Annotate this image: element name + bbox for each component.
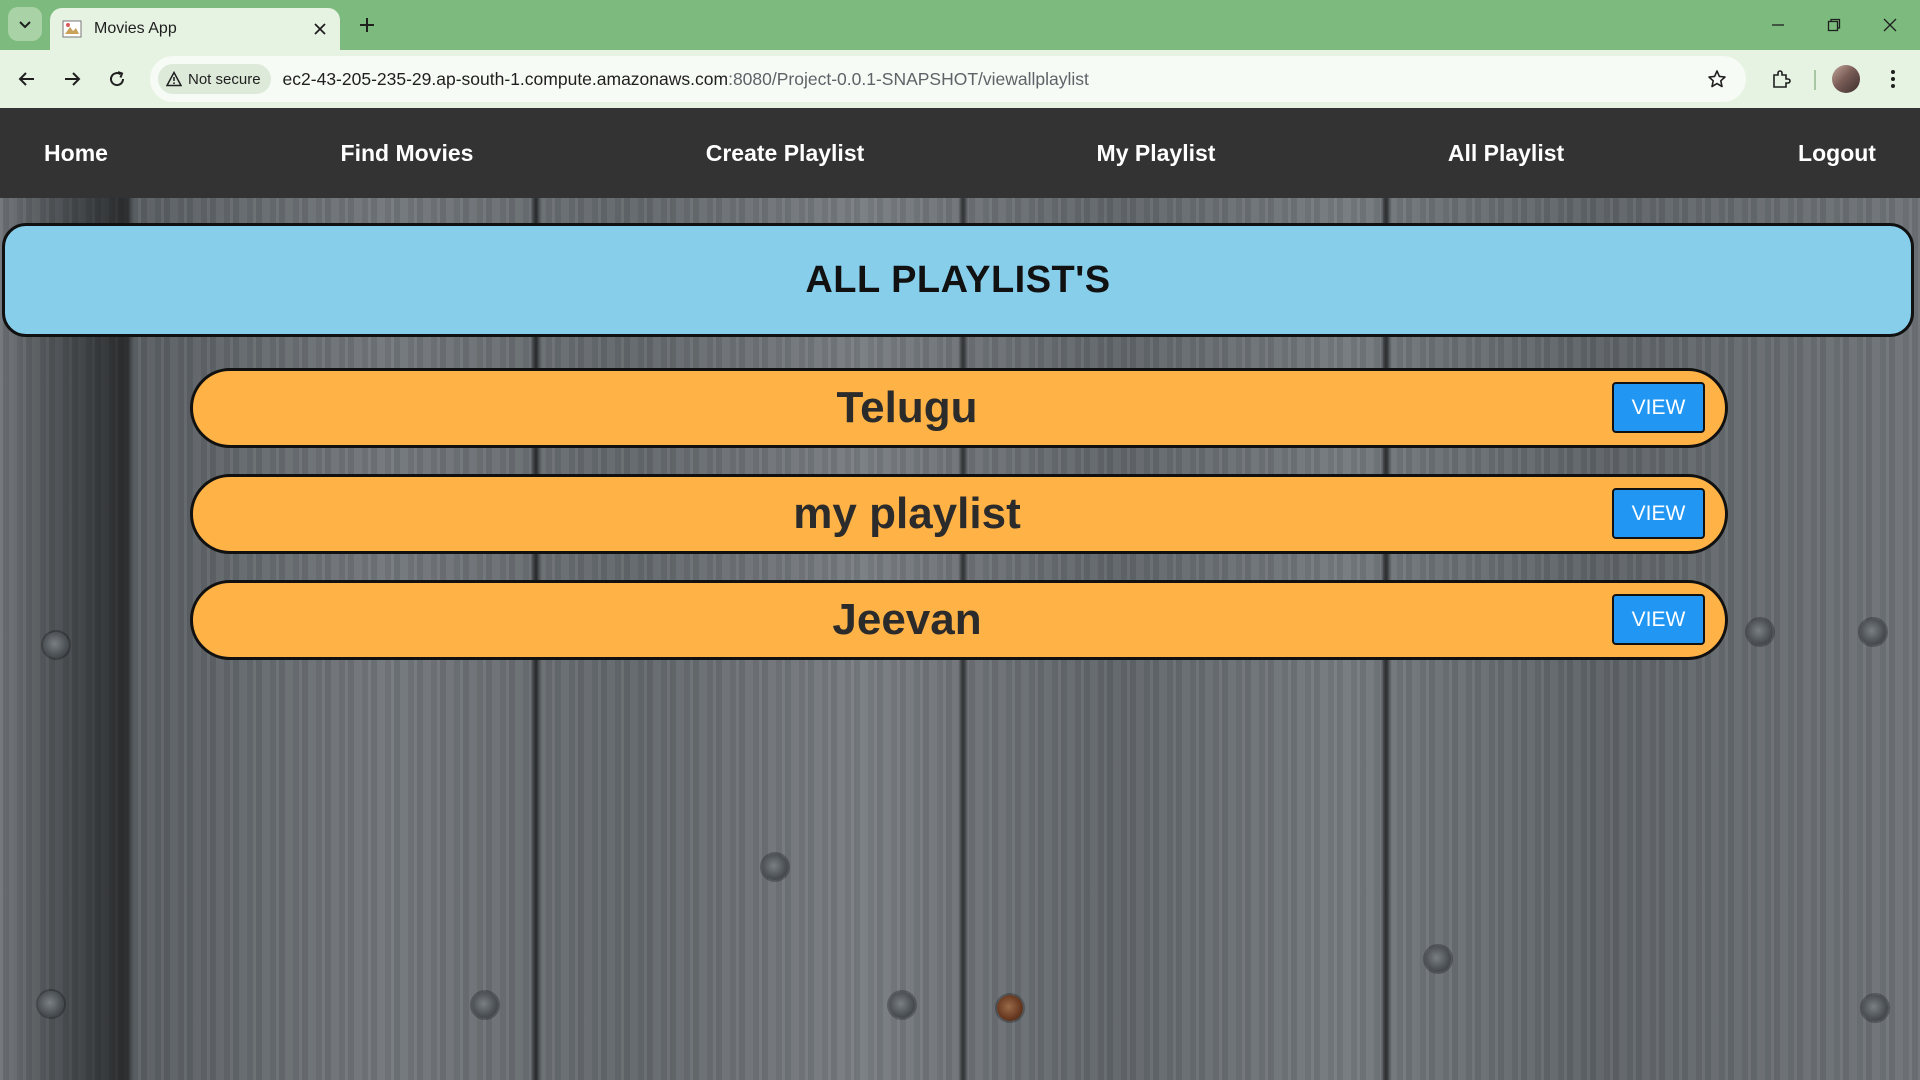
app-navbar: Home Find Movies Create Playlist My Play… (0, 108, 1920, 198)
browser-titlebar: Movies App (0, 0, 1920, 50)
close-window-icon (1883, 18, 1897, 32)
restore-icon (1827, 18, 1841, 32)
playlist-name: Telugu (836, 383, 978, 432)
plus-icon (360, 18, 374, 32)
minimize-icon (1772, 24, 1784, 26)
nav-all-playlist[interactable]: All Playlist (1448, 108, 1564, 198)
nail-decoration (762, 854, 788, 880)
security-label: Not secure (188, 70, 261, 88)
nav-create-playlist[interactable]: Create Playlist (706, 108, 865, 198)
url-host: ec2-43-205-235-29.ap-south-1.compute.ama… (282, 68, 729, 89)
reload-icon (110, 71, 125, 87)
browser-toolbar: Not secure ec2-43-205-235-29.ap-south-1.… (0, 50, 1920, 108)
extensions-icon (1773, 70, 1791, 88)
nav-my-playlist[interactable]: My Playlist (1097, 108, 1216, 198)
close-icon[interactable] (306, 15, 334, 43)
playlist-name: Jeevan (832, 595, 982, 644)
back-button[interactable] (10, 62, 44, 96)
security-chip[interactable]: Not secure (158, 64, 271, 94)
back-arrow-icon (18, 72, 34, 86)
close-window-button[interactable] (1862, 0, 1918, 50)
browser-menu-button[interactable] (1876, 62, 1910, 96)
chevron-down-icon (19, 21, 31, 29)
nail-decoration (1747, 619, 1773, 645)
url-text[interactable]: ec2-43-205-235-29.ap-south-1.compute.ama… (283, 69, 1089, 90)
nail-decoration (472, 992, 498, 1018)
restore-button[interactable] (1806, 0, 1862, 50)
url-path: :8080/Project-0.0.1-SNAPSHOT/viewallplay… (728, 68, 1089, 89)
playlist-row: Jeevan VIEW (190, 580, 1728, 660)
reload-button[interactable] (100, 62, 134, 96)
view-playlist-button[interactable]: VIEW (1612, 594, 1705, 645)
extensions-button[interactable] (1764, 62, 1798, 96)
nail-decoration (997, 995, 1023, 1021)
star-icon (1708, 70, 1726, 88)
nail-decoration (38, 991, 64, 1017)
minimize-button[interactable] (1750, 0, 1806, 50)
new-tab-button[interactable] (352, 10, 382, 40)
nail-decoration (1425, 946, 1451, 972)
nav-logout[interactable]: Logout (1798, 108, 1876, 198)
forward-button[interactable] (55, 62, 89, 96)
playlist-name: my playlist (793, 489, 1021, 538)
view-playlist-button[interactable]: VIEW (1612, 488, 1705, 539)
bookmark-star-button[interactable] (1702, 64, 1732, 94)
nail-decoration (889, 992, 915, 1018)
nail-decoration (1862, 995, 1888, 1021)
toolbar-separator (1814, 70, 1816, 90)
forward-arrow-icon (65, 72, 81, 86)
nav-find-movies[interactable]: Find Movies (341, 108, 474, 198)
page-viewport: Home Find Movies Create Playlist My Play… (0, 108, 1920, 1080)
playlist-row: my playlist VIEW (190, 474, 1728, 554)
nail-decoration (43, 632, 69, 658)
tab-search-button[interactable] (8, 7, 42, 41)
profile-avatar[interactable] (1832, 65, 1860, 93)
browser-tab[interactable]: Movies App (50, 8, 340, 50)
nail-decoration (1860, 619, 1886, 645)
page-title: ALL PLAYLIST'S (805, 258, 1111, 301)
address-bar[interactable]: Not secure ec2-43-205-235-29.ap-south-1.… (150, 56, 1746, 102)
page-banner: ALL PLAYLIST'S (2, 223, 1914, 337)
kebab-menu-icon (1891, 70, 1895, 88)
warning-icon (166, 71, 182, 87)
nav-home[interactable]: Home (44, 108, 108, 198)
favicon-icon (62, 19, 82, 39)
tab-title: Movies App (94, 20, 177, 37)
playlist-row: Telugu VIEW (190, 368, 1728, 448)
view-playlist-button[interactable]: VIEW (1612, 382, 1705, 433)
